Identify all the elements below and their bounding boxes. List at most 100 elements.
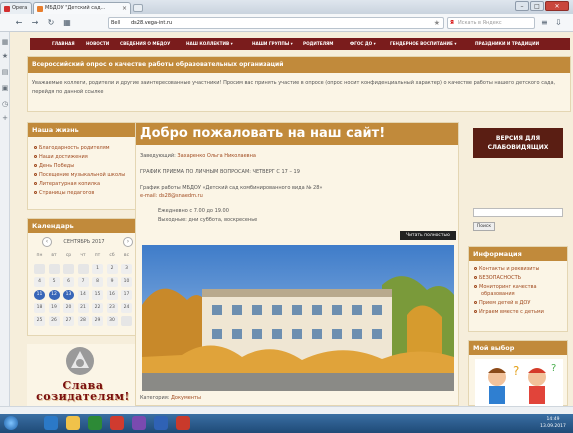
nav-parents[interactable]: РОДИТЕЛЯМ	[303, 38, 333, 50]
calendar-day[interactable]: 21	[77, 303, 89, 313]
calendar-day[interactable]: 30	[106, 316, 118, 326]
tab-opera[interactable]: Opera	[0, 2, 32, 14]
head-name[interactable]: Захаренко Ольга Николаевна	[177, 153, 256, 159]
calendar-day[interactable]: 14	[77, 290, 89, 300]
main-navigation: ГЛАВНАЯ НОВОСТИ СВЕДЕНИЯ О МБДОУ НАШ КОЛ…	[30, 38, 570, 50]
forward-icon[interactable]: →	[30, 18, 40, 27]
site-search-input[interactable]	[473, 208, 563, 217]
start-button-icon[interactable]	[4, 416, 18, 430]
reload-icon[interactable]: ↻	[46, 18, 56, 27]
media-player-icon[interactable]	[88, 416, 102, 430]
calendar-day-name: сб	[109, 253, 115, 258]
life-link[interactable]: Страницы педагогов	[34, 190, 94, 197]
calendar-day[interactable]: 25	[34, 316, 45, 326]
add-icon[interactable]: +	[1, 114, 9, 122]
news-icon[interactable]: ▤	[1, 68, 9, 76]
calendar-day[interactable]: 24	[121, 303, 132, 313]
download-icon[interactable]: ⇩	[555, 18, 562, 27]
category-link[interactable]: Документы	[171, 395, 201, 401]
search-button[interactable]: Поиск	[473, 222, 495, 231]
nav-home[interactable]: ГЛАВНАЯ	[52, 38, 75, 50]
info-link[interactable]: Играем вместе с детьми	[474, 309, 544, 316]
info-link[interactable]: Прием детей в ДОУ	[474, 300, 530, 307]
calendar-day[interactable]: 17	[121, 290, 132, 300]
calendar-day[interactable]: 10	[121, 277, 132, 287]
life-link[interactable]: Литературная копилка	[34, 181, 100, 188]
calendar-month: СЕНТЯБРЬ 2017	[63, 239, 105, 245]
address-bar[interactable]: Bell ds28.vega-int.ru ★	[108, 17, 444, 29]
calendar-day[interactable]: 7	[77, 277, 89, 287]
accessibility-version-button[interactable]: ВЕРСИЯ ДЛЯ СЛАБОВИДЯЩИХ	[473, 128, 563, 158]
nav-team[interactable]: НАШ КОЛЛЕКТИВ ▾	[186, 38, 233, 50]
calendar-day[interactable]: 6	[63, 277, 74, 287]
close-tab-icon[interactable]: ×	[122, 3, 127, 14]
calendar-day[interactable]: 4	[34, 277, 45, 287]
info-link[interactable]: БЕЗОПАСНОСТЬ	[474, 275, 521, 282]
nav-groups[interactable]: НАШИ ГРУППЫ ▾	[252, 38, 293, 50]
history-icon[interactable]: ◷	[1, 100, 9, 108]
ie-icon[interactable]	[44, 416, 58, 430]
tray-clock[interactable]: 14:49 13.09.2017	[536, 416, 570, 430]
calendar-empty-cell	[121, 316, 132, 326]
app-icon[interactable]	[132, 416, 146, 430]
survey-link-text[interactable]: Уважаемые коллеги, родители и другие заи…	[32, 79, 566, 97]
calendar-day[interactable]: 1	[92, 264, 103, 274]
bookmark-star-icon[interactable]: ★	[434, 18, 440, 28]
emblem-icon	[66, 347, 94, 375]
calendar-day[interactable]: 9	[106, 277, 118, 287]
minimize-button[interactable]: –	[515, 1, 529, 11]
nav-holidays[interactable]: ПРАЗДНИКИ И ТРАДИЦИИ	[475, 38, 539, 50]
nav-fgos[interactable]: ФГОС ДО ▾	[350, 38, 376, 50]
calendar-day[interactable]: 23	[106, 303, 118, 313]
calendar-day[interactable]: 29	[92, 316, 103, 326]
calendar-day[interactable]: 16	[106, 290, 118, 300]
bookmarks-icon[interactable]: ★	[1, 52, 9, 60]
calendar-day[interactable]: 27	[63, 316, 74, 326]
app-icon[interactable]	[176, 416, 190, 430]
calendar-day[interactable]: 5	[48, 277, 60, 287]
search-field[interactable]: Я Искать в Яндекс	[447, 17, 535, 29]
info-link[interactable]: Контакты и реквизиты	[474, 266, 539, 273]
our-life-box: Наша жизнь Благодарность родителям Наши …	[27, 122, 139, 210]
calendar-day[interactable]: 13	[63, 290, 74, 300]
info-link-continuation[interactable]: образования	[481, 291, 515, 298]
calendar-day[interactable]: 26	[48, 316, 60, 326]
explorer-icon[interactable]	[66, 416, 80, 430]
life-link[interactable]: Наши достижения	[34, 154, 88, 161]
info-link[interactable]: Мониторинг качества	[474, 284, 537, 291]
calendar-day[interactable]: 11	[34, 290, 45, 300]
calendar-day[interactable]: 19	[48, 303, 60, 313]
speed-dial-icon[interactable]: ▦	[62, 18, 72, 27]
calendar-day[interactable]: 15	[92, 290, 103, 300]
nav-news[interactable]: НОВОСТИ	[86, 38, 109, 50]
tab-mbdou[interactable]: МБДОУ "Детский сад... ×	[33, 2, 131, 14]
calendar-day[interactable]: 3	[121, 264, 132, 274]
calendar-day[interactable]: 8	[92, 277, 103, 287]
calendar-day[interactable]: 18	[34, 303, 45, 313]
calendar-day[interactable]: 22	[92, 303, 103, 313]
opera-taskbar-icon[interactable]	[110, 416, 124, 430]
calendar-day[interactable]: 28	[77, 316, 89, 326]
maximize-button[interactable]: □	[530, 1, 544, 11]
nav-about[interactable]: СВЕДЕНИЯ О МБДОУ	[120, 38, 170, 50]
calendar-day[interactable]: 20	[63, 303, 74, 313]
calendar-next-button[interactable]: ›	[123, 237, 133, 247]
back-icon[interactable]: ←	[14, 18, 24, 27]
close-window-button[interactable]: ✕	[545, 1, 569, 11]
email-link[interactable]: e-mail: ds28@snaedm.ru	[140, 193, 203, 200]
calendar-day[interactable]: 12	[48, 290, 60, 300]
menu-icon[interactable]: ≡	[541, 18, 548, 27]
life-link[interactable]: Посещение музыкальной школы	[34, 172, 125, 179]
new-tab-button[interactable]	[133, 4, 143, 12]
children-illustration[interactable]: ? ?	[475, 359, 563, 406]
slava-banner[interactable]: Слава созидателям!	[27, 344, 139, 406]
word-icon[interactable]	[154, 416, 168, 430]
tabs-icon[interactable]: ▣	[1, 84, 9, 92]
speed-dial-icon[interactable]: ▦	[1, 38, 9, 46]
read-more-button[interactable]: Читать полностью	[400, 231, 456, 240]
calendar-empty-cell	[48, 264, 60, 274]
life-link[interactable]: Благодарность родителям	[34, 145, 110, 152]
nav-gender[interactable]: ГЕНДЕРНОЕ ВОСПИТАНИЕ ▾	[390, 38, 456, 50]
life-link[interactable]: День Победы	[34, 163, 74, 170]
calendar-day[interactable]: 2	[106, 264, 118, 274]
